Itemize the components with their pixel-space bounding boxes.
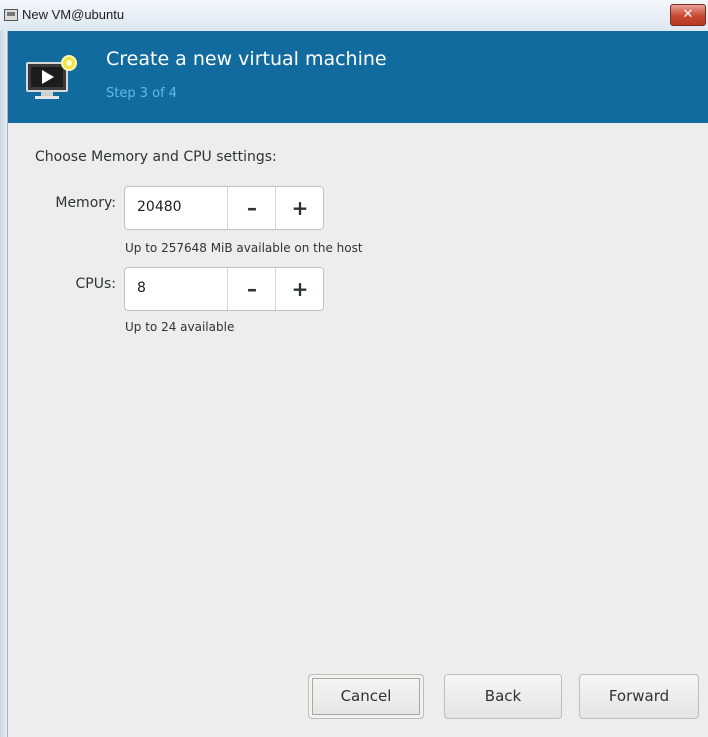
wizard-content: Choose Memory and CPU settings: Memory: …	[8, 123, 708, 737]
cpus-spinbutton[interactable]: 8 – +	[124, 267, 324, 311]
window-title: New VM@ubuntu	[22, 7, 125, 22]
wizard-step-indicator: Step 3 of 4	[106, 86, 178, 101]
back-button[interactable]: Back	[444, 674, 562, 719]
cpus-value[interactable]: 8	[137, 280, 146, 296]
wizard-title: Create a new virtual machine	[106, 48, 387, 70]
virtual-machine-icon	[26, 55, 77, 99]
forward-button[interactable]: Forward	[579, 674, 699, 719]
cpus-hint: Up to 24 available	[125, 320, 235, 334]
app-icon	[4, 9, 18, 21]
wizard-header: Create a new virtual machine Step 3 of 4	[8, 31, 708, 123]
dialog-window: New VM@ubuntu ✕ Create a new virtual mac…	[0, 0, 708, 737]
memory-spinbutton[interactable]: 20480 – +	[124, 186, 324, 230]
memory-value[interactable]: 20480	[137, 199, 182, 215]
close-button[interactable]: ✕	[670, 4, 706, 26]
cpus-decrement-button[interactable]: –	[227, 268, 276, 310]
title-bar[interactable]: New VM@ubuntu ✕	[0, 0, 708, 32]
cancel-button[interactable]: Cancel	[308, 674, 424, 719]
memory-increment-button[interactable]: +	[275, 187, 323, 229]
memory-label: Memory:	[55, 195, 116, 211]
cpus-increment-button[interactable]: +	[275, 268, 323, 310]
section-heading: Choose Memory and CPU settings:	[35, 149, 277, 165]
memory-decrement-button[interactable]: –	[227, 187, 276, 229]
memory-hint: Up to 257648 MiB available on the host	[125, 241, 363, 255]
cpus-label: CPUs:	[75, 276, 116, 292]
window-frame-left	[0, 31, 8, 737]
